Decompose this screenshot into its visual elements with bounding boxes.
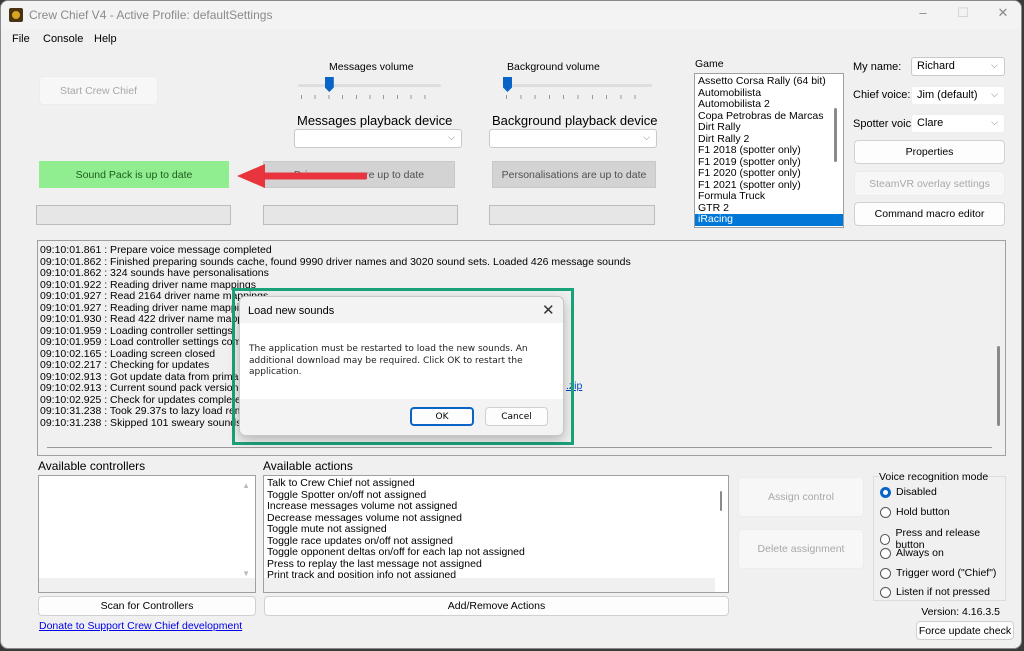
assign-control-button[interactable]: Assign control bbox=[738, 477, 864, 517]
dropdown-value: Richard bbox=[917, 60, 955, 72]
sound-pack-status-button[interactable]: Sound Pack is up to date bbox=[39, 161, 229, 188]
radio-label: Hold button bbox=[896, 506, 950, 518]
radio-trigger-word[interactable]: Trigger word ("Chief") bbox=[880, 567, 996, 579]
menu-console[interactable]: Console bbox=[43, 33, 83, 45]
action-list-item[interactable]: Toggle mute not assigned bbox=[264, 523, 728, 536]
chief-voice-label: Chief voice: bbox=[853, 89, 911, 101]
controllers-hscrollbar[interactable] bbox=[39, 578, 255, 592]
actions-scrollbar[interactable] bbox=[720, 491, 722, 511]
messages-volume-slider[interactable] bbox=[298, 77, 441, 101]
chevron-down-icon: ⌵ bbox=[448, 132, 455, 142]
radio-label: Listen if not pressed bbox=[896, 586, 990, 598]
dialog-body: The application must be restarted to loa… bbox=[240, 323, 563, 399]
close-button[interactable]: ✕ bbox=[988, 5, 1018, 25]
scroll-up-icon[interactable]: ▲ bbox=[242, 480, 250, 492]
annotation-arrow-icon bbox=[237, 164, 367, 188]
dialog-title: Load new sounds bbox=[248, 305, 335, 317]
radio-label: Always on bbox=[896, 547, 944, 559]
minimize-button[interactable]: – bbox=[908, 5, 938, 25]
controllers-label: Available controllers bbox=[38, 459, 146, 473]
window-title: Crew Chief V4 - Active Profile: defaultS… bbox=[29, 8, 273, 22]
game-list-item[interactable]: F1 2020 (spotter only) bbox=[695, 167, 843, 180]
radio-hold-button[interactable]: Hold button bbox=[880, 506, 950, 518]
chevron-down-icon: ⌵ bbox=[643, 132, 650, 142]
actions-hscrollbar[interactable] bbox=[264, 578, 715, 592]
radio-always-on[interactable]: Always on bbox=[880, 547, 944, 559]
background-device-dropdown[interactable]: ⌵ bbox=[489, 129, 657, 148]
game-list-scrollbar[interactable] bbox=[834, 108, 837, 162]
game-list-item[interactable]: Formula Truck bbox=[695, 190, 843, 203]
force-update-check-button[interactable]: Force update check bbox=[916, 621, 1014, 640]
personalisations-status-button[interactable]: Personalisations are up to date bbox=[492, 161, 656, 188]
steamvr-overlay-button[interactable]: SteamVR overlay settings bbox=[854, 171, 1005, 196]
dialog-cancel-button[interactable]: Cancel bbox=[485, 407, 548, 426]
messages-device-dropdown[interactable]: ⌵ bbox=[294, 129, 462, 148]
chevron-down-icon: ⌵ bbox=[991, 89, 998, 99]
app-logo-icon bbox=[9, 8, 23, 22]
game-list-item[interactable]: Automobilista 2 bbox=[695, 98, 843, 111]
dialog-close-icon[interactable]: ✕ bbox=[542, 301, 555, 319]
load-new-sounds-dialog: Load new sounds ✕ The application must b… bbox=[239, 296, 564, 436]
background-volume-label: Background volume bbox=[507, 61, 600, 73]
actions-list[interactable]: Talk to Crew Chief not assigned Toggle Sp… bbox=[263, 475, 729, 593]
menu-file[interactable]: File bbox=[12, 33, 30, 45]
voice-recognition-group: Voice recognition mode Disabled Hold but… bbox=[873, 471, 1006, 601]
game-list-item[interactable]: iRacing bbox=[695, 213, 843, 226]
voice-recognition-label: Voice recognition mode bbox=[879, 471, 989, 483]
game-label: Game bbox=[695, 58, 724, 70]
dialog-ok-button[interactable]: OK bbox=[410, 407, 474, 426]
radio-disabled[interactable]: Disabled bbox=[880, 486, 937, 498]
action-list-item[interactable]: Increase messages volume not assigned bbox=[264, 500, 728, 513]
scan-controllers-button[interactable]: Scan for Controllers bbox=[38, 596, 256, 616]
log-line: 09:10:01.862 : 324 sounds have personali… bbox=[40, 267, 269, 279]
driver-names-progress bbox=[263, 205, 458, 225]
background-device-label: Background playback device bbox=[492, 113, 658, 128]
radio-label: Disabled bbox=[896, 486, 937, 498]
game-list-item[interactable]: Dirt Rally bbox=[695, 121, 843, 134]
game-list[interactable]: Assetto Corsa Rally (64 bit) Automobilist… bbox=[694, 73, 844, 228]
start-crew-chief-button[interactable]: Start Crew Chief bbox=[39, 76, 158, 105]
game-list-item[interactable]: F1 2018 (spotter only) bbox=[695, 144, 843, 157]
chevron-down-icon: ⌵ bbox=[991, 117, 998, 127]
maximize-button[interactable]: ☐ bbox=[948, 5, 978, 25]
chief-voice-dropdown[interactable]: Jim (default) ⌵ bbox=[911, 86, 1005, 105]
background-volume-slider[interactable] bbox=[503, 77, 652, 101]
actions-label: Available actions bbox=[263, 459, 353, 473]
log-line: 09:10:01.861 : Prepare voice message com… bbox=[40, 244, 272, 256]
dropdown-value: Clare bbox=[917, 117, 944, 129]
dialog-message: The application must be restarted to loa… bbox=[249, 344, 528, 377]
action-list-item[interactable]: Toggle opponent deltas on/off for each l… bbox=[264, 546, 728, 559]
messages-device-label: Messages playback device bbox=[297, 113, 453, 128]
command-macro-editor-button[interactable]: Command macro editor bbox=[854, 202, 1005, 226]
menu-help[interactable]: Help bbox=[94, 33, 117, 45]
my-name-dropdown[interactable]: Richard ⌵ bbox=[911, 57, 1005, 76]
radio-listen-if-not-pressed[interactable]: Listen if not pressed bbox=[880, 586, 990, 598]
personalisations-progress bbox=[489, 205, 655, 225]
slider-thumb[interactable] bbox=[503, 77, 512, 92]
log-hscrollbar[interactable] bbox=[47, 447, 992, 448]
properties-button[interactable]: Properties bbox=[854, 140, 1005, 164]
radio-label: Trigger word ("Chief") bbox=[896, 567, 997, 579]
title-bar: Crew Chief V4 - Active Profile: defaultS… bbox=[1, 1, 1021, 29]
version-label: Version: 4.16.3.5 bbox=[921, 606, 1000, 618]
delete-assignment-button[interactable]: Delete assignment bbox=[738, 529, 864, 569]
action-list-item[interactable]: Talk to Crew Chief not assigned bbox=[264, 477, 728, 490]
main-window: Crew Chief V4 - Active Profile: defaultS… bbox=[0, 0, 1022, 649]
donate-link[interactable]: Donate to Support Crew Chief development bbox=[39, 620, 242, 632]
slider-thumb[interactable] bbox=[324, 77, 334, 92]
log-scrollbar[interactable] bbox=[997, 346, 1000, 426]
game-list-item[interactable]: Assetto Corsa Rally (64 bit) bbox=[695, 75, 843, 88]
controllers-list[interactable]: ▲ ▼ bbox=[38, 475, 256, 593]
spotter-voice-dropdown[interactable]: Clare ⌵ bbox=[911, 114, 1005, 133]
chevron-down-icon: ⌵ bbox=[991, 60, 998, 70]
dropdown-value: Jim (default) bbox=[917, 89, 978, 101]
my-name-label: My name: bbox=[853, 61, 902, 73]
add-remove-actions-button[interactable]: Add/Remove Actions bbox=[264, 596, 729, 616]
messages-volume-label: Messages volume bbox=[329, 61, 414, 73]
sound-pack-progress bbox=[36, 205, 231, 225]
